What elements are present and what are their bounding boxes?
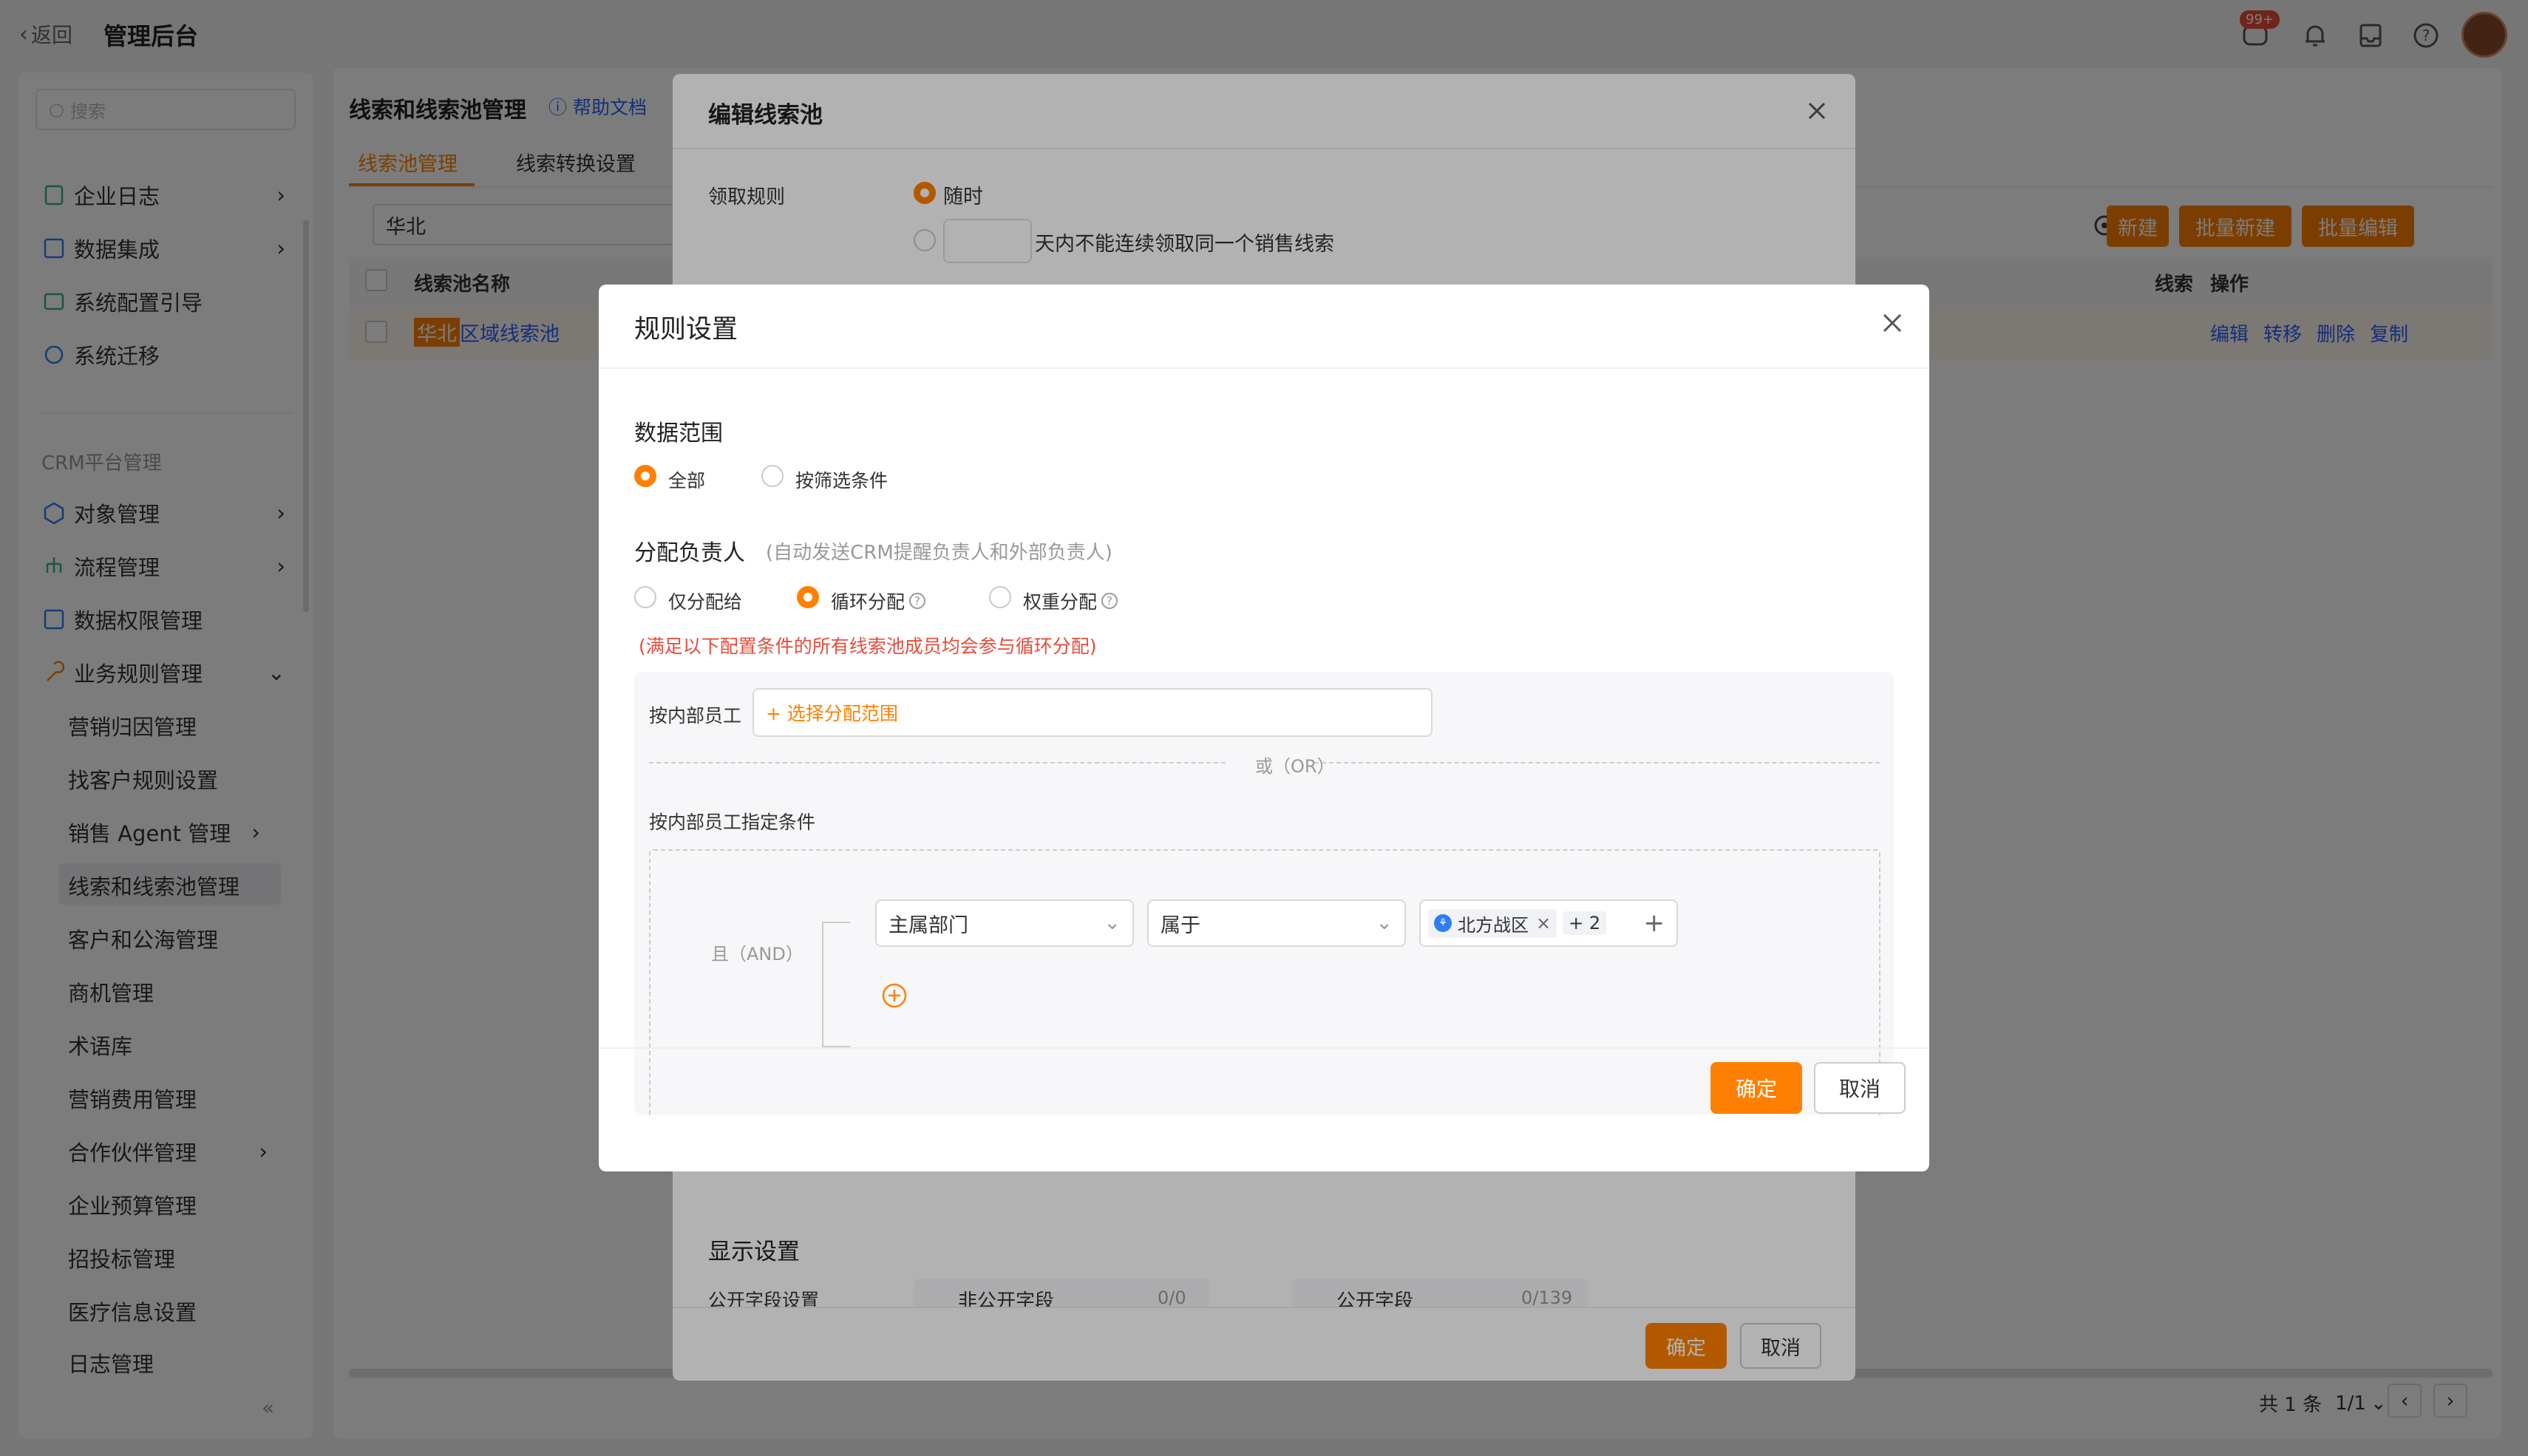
round-robin-warning: (满足以下配置条件的所有线索池成员均会参与循环分配) <box>639 636 1097 657</box>
dashed-divider <box>1314 762 1880 763</box>
dashed-divider <box>649 762 1226 763</box>
operator-select[interactable]: 属于 ⌄ <box>1147 899 1406 947</box>
chevron-down-icon: ⌄ <box>1104 911 1121 934</box>
help-icon[interactable]: ? <box>1101 593 1118 609</box>
by-internal-cond-label: 按内部员工指定条件 <box>649 812 816 833</box>
assign-only-radio[interactable] <box>634 586 656 608</box>
divider <box>599 367 1929 369</box>
rule-cancel-button[interactable]: 取消 <box>1814 1062 1906 1114</box>
rule-modal-title: 规则设置 <box>634 315 738 344</box>
org-icon: ⚘ <box>1434 914 1452 932</box>
assign-round-label: 循环分配 ? <box>831 588 926 614</box>
select-scope-input[interactable]: + 选择分配范围 <box>752 688 1433 737</box>
add-condition-icon[interactable] <box>881 982 908 1009</box>
close-icon[interactable] <box>1878 308 1907 338</box>
assign-owner-title: 分配负责人 <box>634 540 745 566</box>
chevron-down-icon: ⌄ <box>1376 911 1393 934</box>
and-label: 且（AND） <box>711 944 803 965</box>
assign-owner-hint: (自动发送CRM提醒负责人和外部负责人) <box>766 542 1112 564</box>
close-icon[interactable]: × <box>1536 913 1551 933</box>
scope-filter-radio[interactable] <box>761 465 784 487</box>
by-internal-label: 按内部员工 <box>649 705 742 727</box>
rule-settings-modal: 规则设置 数据范围 全部 按筛选条件 分配负责人 (自动发送CRM提醒负责人和外… <box>599 285 1929 1171</box>
more-tag[interactable]: + 2 <box>1563 911 1607 935</box>
assign-weight-radio[interactable] <box>989 586 1011 608</box>
value-tag: ⚘ 北方战区 × <box>1428 908 1557 938</box>
scope-all-radio[interactable] <box>634 465 656 487</box>
condition-box: 且（AND） 主属部门 ⌄ 属于 ⌄ ⚘ 北方战区 × + 2 + <box>649 849 1880 1115</box>
divider <box>599 1047 1929 1049</box>
help-icon[interactable]: ? <box>909 593 926 609</box>
assign-round-radio[interactable] <box>797 586 819 608</box>
assign-only-label: 仅分配给 <box>668 591 743 613</box>
rule-confirm-button[interactable]: 确定 <box>1710 1062 1802 1114</box>
scope-filter-label: 按筛选条件 <box>795 470 888 491</box>
field-select[interactable]: 主属部门 ⌄ <box>875 899 1134 947</box>
data-scope-title: 数据范围 <box>634 421 723 446</box>
and-bracket <box>822 922 850 1047</box>
or-label: 或（OR） <box>1255 756 1335 777</box>
scope-all-label: 全部 <box>668 470 706 491</box>
assignment-panel: 按内部员工 + 选择分配范围 或（OR） 按内部员工指定条件 且（AND） 主属… <box>634 672 1894 1115</box>
plus-icon[interactable]: + <box>1644 908 1665 938</box>
assign-weight-label: 权重分配 ? <box>1023 588 1118 614</box>
value-select[interactable]: ⚘ 北方战区 × + 2 + <box>1419 899 1678 947</box>
